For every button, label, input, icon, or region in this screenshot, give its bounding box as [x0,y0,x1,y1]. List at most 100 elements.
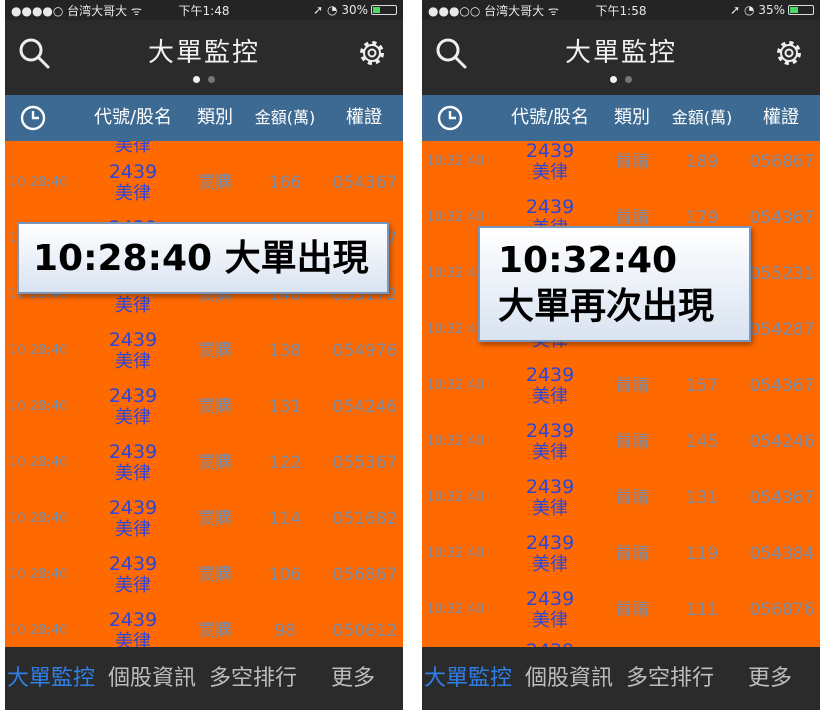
stock-name: 美律 [115,575,151,596]
order-amount: 166 [268,173,302,193]
callout-line: 10:28:40 大單出現 [33,238,369,279]
column-amount[interactable]: 金額(萬) [250,95,320,141]
table-row[interactable]: 10:32:40 2439 美律 買購 189 056867 [422,141,820,190]
stock-name: 美律 [115,463,151,484]
stock-name: 美律 [532,554,568,575]
stock-code: 2439 [108,329,158,351]
battery-icon [788,5,814,15]
warrant-code: 051682 [332,509,398,529]
battery-percent: ➚ ◔ 35% [730,3,785,17]
order-type: 買購 [198,397,232,417]
table-row[interactable]: 10:28:40 2439 美律 買購 106 056867 [5,547,403,603]
order-type: 買購 [615,432,649,452]
page-dot[interactable] [625,76,632,83]
order-type: 買購 [615,152,649,172]
page-dot[interactable] [208,76,215,83]
warrant-code: 056876 [749,600,815,620]
warrant-code: 055231 [749,264,815,284]
tab-long-short-ranking[interactable]: 多空排行 [209,647,297,710]
page-dot-active[interactable] [610,76,617,83]
page-indicator[interactable] [422,74,820,83]
order-amount: 106 [268,565,302,585]
column-header: 代號/股名 類別 金額(萬) 權證 [5,95,403,141]
warrant-code: 056867 [749,152,815,172]
order-type: 買購 [198,453,232,473]
column-warrant[interactable]: 權證 [333,95,395,141]
order-amount: 119 [685,544,719,564]
status-time: 下午1:48 [178,3,230,18]
table-row[interactable]: 10:28:40 2439 美律 買購 114 051682 [5,491,403,547]
order-type: 買購 [198,509,232,529]
order-type: 買購 [615,544,649,564]
order-type: 買購 [615,488,649,508]
tab-more[interactable]: 更多 [748,647,792,710]
warrant-code: 054384 [749,544,815,564]
stock-name: 美律 [115,141,151,156]
status-time: 下午1:58 [595,3,647,18]
stock-code: 2439 [108,161,158,183]
table-row[interactable]: 10:32:40 2439 美律 買購 131 054367 [422,470,820,526]
tab-stock-info[interactable]: 個股資訊 [108,647,196,710]
page-indicator[interactable] [5,74,403,83]
column-code[interactable]: 代號/股名 [500,95,600,141]
order-type: 買購 [198,565,232,585]
order-time: 10:32:40 [426,602,485,617]
table-row[interactable]: 10:32:40 2439 美律 買購 157 054367 [422,358,820,414]
tab-long-short-ranking[interactable]: 多空排行 [626,647,714,710]
page-title: 大單監控 [147,38,260,68]
order-amount: 122 [268,453,302,473]
carrier-label: ●●●●○ 台湾大哥大 ᯤ [11,3,142,18]
column-type[interactable]: 類別 [190,95,240,141]
order-time: 10:28:40 [9,623,68,638]
order-time: 10:28:40 [9,175,68,190]
order-time: 10:28:40 [9,343,68,358]
column-amount[interactable]: 金額(萬) [667,95,737,141]
warrant-code: 054976 [332,341,398,361]
table-row[interactable]: 10:28:40 2439 美律 買購 122 055367 [5,435,403,491]
stock-name: 美律 [115,351,151,372]
table-row[interactable]: 10:28:40 2439 美律 買購 98 050612 [5,603,403,647]
clock-icon[interactable] [436,104,464,132]
stock-name: 美律 [115,295,151,316]
column-warrant[interactable]: 權證 [750,95,812,141]
order-type: 買購 [198,621,232,641]
tab-more[interactable]: 更多 [331,647,375,710]
order-amount: 145 [685,432,719,452]
tab-big-order-monitor[interactable]: 大單監控 [424,647,512,710]
phone-screen-left: ●●●●○ 台湾大哥大 ᯤ 下午1:48 ➚ ◔ 30% 大單監控 代號/股名 … [5,0,403,710]
annotation-callout-right: 10:32:40 大單再次出現 [478,226,751,342]
column-code[interactable]: 代號/股名 [83,95,183,141]
table-row[interactable]: 10:28:40 2439 美律 買購 166 054367 [5,155,403,211]
order-amount: 111 [685,600,719,620]
table-row[interactable]: 10:32:40 2439 美律 買購 145 054246 [422,414,820,470]
bottom-tab-bar: 大單監控 個股資訊 多空排行 更多 [422,647,820,710]
column-type[interactable]: 類別 [607,95,657,141]
order-amount: 138 [268,341,302,361]
tab-stock-info[interactable]: 個股資訊 [525,647,613,710]
status-bar: ●●●●○ 台湾大哥大 ᯤ 下午1:48 ➚ ◔ 30% [5,0,403,20]
big-order-list[interactable]: 2439美律 10:28:40 2439美律 買購 166 054367 10:… [5,141,403,647]
order-type: 買購 [198,341,232,361]
carrier-label: ●●●○○ 台湾大哥大 ᯤ [428,3,559,18]
table-row[interactable]: 10:28:40 2439 美律 買購 131 054246 [5,379,403,435]
gear-icon[interactable] [774,38,804,68]
stock-code: 2439 [525,364,575,386]
table-row[interactable]: 10:32:40 2439 美律 買購 119 054384 [422,526,820,582]
table-row[interactable]: 10:32:40 2439 美律 買購 111 056876 [422,582,820,638]
table-row[interactable]: 10:28:40 2439 美律 買購 138 054976 [5,323,403,379]
gear-icon[interactable] [357,38,387,68]
tab-big-order-monitor[interactable]: 大單監控 [7,647,95,710]
stock-name: 美律 [115,407,151,428]
table-row[interactable]: 2439 [422,634,820,647]
warrant-code: 050612 [332,621,398,641]
order-time: 10:28:40 [9,511,68,526]
stock-code: 2439 [108,609,158,631]
clock-icon[interactable] [19,104,47,132]
order-time: 10:32:40 [426,546,485,561]
stock-name: 美律 [115,519,151,540]
order-time: 10:32:40 [426,378,485,393]
page-title: 大單監控 [564,38,677,68]
stock-code: 2439 [525,141,575,162]
big-order-list[interactable]: 10:32:40 2439 美律 買購 189 056867 10:32:40 2… [422,141,820,647]
page-dot-active[interactable] [193,76,200,83]
